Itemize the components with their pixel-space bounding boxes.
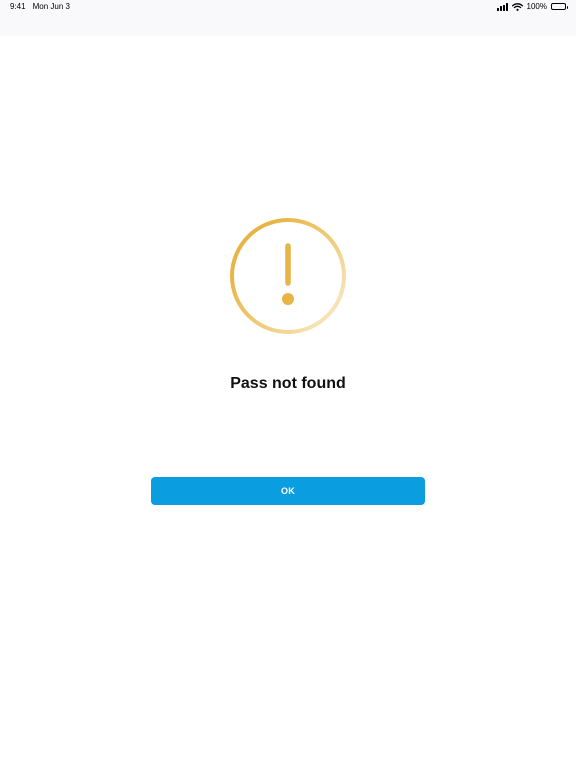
ok-button[interactable]: OK [151,477,425,505]
screen: 9:41 Mon Jun 3 100% Pass not found OK [0,0,576,768]
exclamation-circle-icon [230,218,346,334]
battery-icon [551,3,568,10]
wifi-icon [511,2,523,11]
status-time: 9:41 [10,2,26,11]
status-bar: 9:41 Mon Jun 3 100% [0,0,576,36]
exclamation-dot [282,293,294,305]
status-date: Mon Jun 3 [32,2,70,11]
battery-percentage: 100% [526,2,547,11]
cellular-signal-icon [496,3,508,11]
status-right: 100% [496,2,568,11]
alert-title: Pass not found [230,375,346,392]
status-left: 9:41 Mon Jun 3 [10,2,70,11]
